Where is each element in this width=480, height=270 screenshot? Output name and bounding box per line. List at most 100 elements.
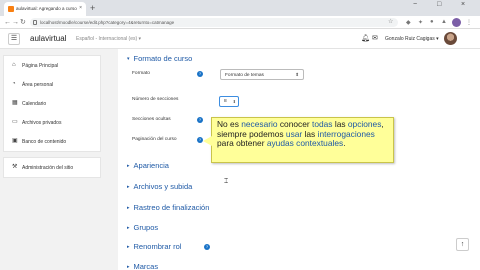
sidebar-item-calendar[interactable]: ▦ Calendario (4, 94, 100, 113)
callout-keyword: usar (285, 128, 303, 139)
home-icon: ⌂ (12, 62, 16, 68)
drawer-group-admin: ⚒ Administración del sitio (3, 157, 101, 178)
sidebar-item-label: Área personal (22, 82, 54, 88)
section-files-uploads[interactable]: ▸ Archivos y subida (127, 182, 192, 191)
section-completion-tracking[interactable]: ▸ Rastreo de finalización (127, 203, 209, 212)
section-course-format[interactable]: ▾ Formato de curso (127, 54, 192, 63)
section-groups[interactable]: ▸ Grupos (127, 223, 158, 232)
format-select[interactable]: Formato de temas ⬍ (220, 69, 304, 80)
avatar[interactable] (444, 32, 457, 45)
section-tags[interactable]: ▸ Marcas (127, 262, 158, 270)
callout-keyword: interrogaciones (317, 128, 375, 139)
format-label: Formato (132, 71, 150, 76)
section-title: Apariencia (133, 161, 169, 170)
chevron-right-icon: ▸ (127, 163, 130, 169)
browser-profile-icon[interactable] (452, 18, 461, 27)
section-title: Grupos (133, 223, 159, 232)
minimize-button[interactable]: − (413, 1, 417, 8)
chevron-right-icon: ▸ (127, 264, 130, 270)
tab-title: aulavirtual: Agregando a curso (16, 6, 77, 11)
section-title: Rastreo de finalización (133, 203, 210, 212)
back-arrow-icon[interactable]: ← (4, 18, 11, 27)
select-arrows-icon: ⬍ (232, 99, 236, 104)
extension-icon[interactable]: ◆ (406, 19, 411, 26)
chevron-down-icon: ▾ (127, 56, 130, 62)
lock-icon (33, 20, 37, 25)
chevron-right-icon: ▸ (127, 225, 130, 231)
close-window-button[interactable]: × (461, 1, 465, 8)
pagination-label: Paginación del curso (132, 137, 177, 142)
help-icon[interactable]: ? (204, 244, 210, 250)
sidebar-item-home[interactable]: ⌂ Página Principal (4, 56, 100, 75)
help-icon[interactable]: ? (197, 71, 203, 77)
drawer-toggle-icon[interactable]: ☰ (8, 33, 20, 45)
tutorial-callout: No es necesario conocer todas las opcion… (203, 117, 394, 163)
sidebar-item-dashboard[interactable]: ◔ Área personal (4, 75, 100, 94)
extension-puzzle-icon[interactable]: ✦ (418, 19, 423, 26)
chevron-right-icon: ▸ (127, 184, 130, 190)
sections-label: Número de secciones (132, 97, 179, 102)
url-text: localhost/moodle/course/edit.php?categor… (40, 20, 175, 25)
hidden-sections-label: Secciones ocultas (132, 117, 171, 122)
sidebar-item-label: Página Principal (22, 63, 59, 69)
reload-icon[interactable]: ↻ (20, 18, 26, 27)
new-tab-button[interactable]: + (90, 2, 95, 14)
sidebar-item-content-bank[interactable]: ▣ Banco de contenido (4, 132, 100, 151)
address-bar-row: ← → ↻ localhost/moodle/course/edit.php?c… (0, 16, 480, 29)
sidebar-item-private-files[interactable]: ▭ Archivos privados (4, 113, 100, 132)
section-appearance[interactable]: ▸ Apariencia (127, 161, 169, 170)
callout-text: . (343, 138, 346, 149)
notification-bell-icon[interactable]: 🔔︎ (361, 34, 370, 42)
section-title: Marcas (133, 262, 159, 270)
language-menu[interactable]: Español - Internacional (es) ▾ (76, 36, 141, 42)
file-icon: ▭ (12, 119, 18, 125)
callout-keyword: contextuales (296, 138, 344, 149)
callout-text: las (302, 128, 318, 139)
sections-select[interactable]: 8 ⬍ (219, 96, 239, 107)
select-arrows-icon: ⬍ (295, 72, 299, 77)
wrench-icon: ⚒ (12, 164, 18, 170)
site-navbar: ☰ aulavirtual Español - Internacional (e… (0, 29, 480, 49)
sidebar-item-label: Calendario (22, 101, 47, 107)
calendar-icon: ▦ (12, 100, 18, 106)
mouse-cursor-icon: ⌶ (224, 178, 229, 185)
maximize-button[interactable]: □ (437, 1, 441, 8)
callout-text: No es (217, 119, 242, 129)
sidebar-item-site-admin[interactable]: ⚒ Administración del sitio (4, 158, 100, 177)
back-to-top-button[interactable]: ↑ (456, 238, 469, 251)
callout-keyword: necesario (241, 119, 278, 129)
callout-text: para obtener (217, 138, 267, 149)
drawer-group-main: ⌂ Página Principal ◔ Área personal ▦ Cal… (3, 55, 101, 152)
callout-text: las (332, 119, 348, 129)
callout-keyword: opciones (347, 119, 382, 129)
bookmark-star-icon[interactable]: ☆ (388, 18, 393, 25)
callout-pointer (203, 136, 212, 146)
section-title: Formato de curso (133, 54, 193, 63)
sections-select-value: 8 (224, 99, 227, 104)
bank-icon: ▣ (12, 138, 18, 144)
section-title: Renombrar rol (133, 242, 182, 251)
tab-close-icon[interactable]: × (79, 5, 82, 11)
section-rename-role[interactable]: ▸ Renombrar rol (127, 242, 181, 251)
browser-tab[interactable]: aulavirtual: Agregando a curso × (4, 2, 86, 16)
callout-keyword: todas (312, 119, 333, 129)
section-title: Archivos y subida (133, 182, 193, 191)
forward-arrow-icon[interactable]: → (12, 18, 19, 27)
sidebar-item-label: Archivos privados (22, 120, 62, 126)
browser-menu-icon[interactable]: ⋮ (466, 19, 472, 26)
callout-keyword: ayudas (266, 138, 294, 149)
sidebar-item-label: Banco de contenido (22, 139, 67, 145)
help-icon[interactable]: ? (197, 117, 203, 123)
chevron-right-icon: ▸ (127, 244, 130, 250)
sidebar-item-label: Administración del sitio (22, 165, 74, 171)
url-field[interactable]: localhost/moodle/course/edit.php?categor… (30, 18, 398, 27)
moodle-favicon-icon (8, 6, 14, 12)
format-select-value: Formato de temas (225, 73, 264, 78)
browser-tab-bar: aulavirtual: Agregando a curso × + − □ × (0, 0, 480, 16)
site-brand[interactable]: aulavirtual (30, 34, 66, 43)
messages-icon[interactable]: ✉ (372, 34, 378, 42)
extension-icon-3[interactable]: ▲ (441, 19, 447, 25)
user-menu[interactable]: Gonzalo Ruiz Cagigas ▾ (385, 36, 439, 42)
chevron-right-icon: ▸ (127, 205, 130, 211)
extension-icon-2[interactable]: ● (430, 19, 434, 25)
